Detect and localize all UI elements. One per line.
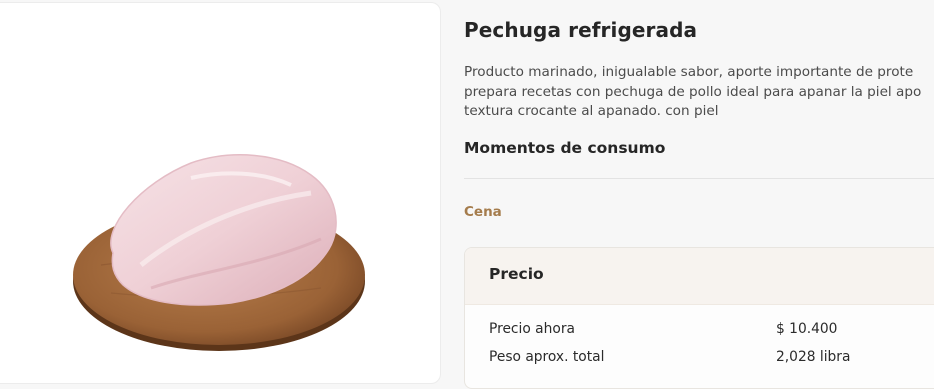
price-card-title: Precio [489, 265, 544, 283]
description-line: textura crocante al apanado. con piel [464, 103, 719, 119]
product-description: Producto marinado, inigualable sabor, ap… [464, 63, 934, 122]
product-title: Pechuga refrigerada [464, 18, 698, 42]
product-image-card [0, 2, 441, 384]
section-divider [464, 178, 934, 179]
price-card: Precio Precio ahora $ 10.400 Peso aprox.… [464, 247, 934, 389]
description-line: prepara recetas con pechuga de pollo ide… [464, 83, 922, 100]
consumption-moment-dinner: Cena [464, 204, 502, 220]
product-image [73, 154, 365, 351]
price-now-value: $ 10.400 [776, 321, 838, 337]
description-line: Producto marinado, inigualable sabor, ap… [464, 64, 914, 80]
product-info-panel: Pechuga refrigerada Producto marinado, i… [464, 0, 934, 389]
consumption-moments-heading: Momentos de consumo [464, 139, 666, 157]
price-now-label: Precio ahora [489, 321, 575, 337]
weight-total-value: 2,028 libra [776, 349, 851, 365]
weight-total-label: Peso aprox. total [489, 349, 605, 365]
